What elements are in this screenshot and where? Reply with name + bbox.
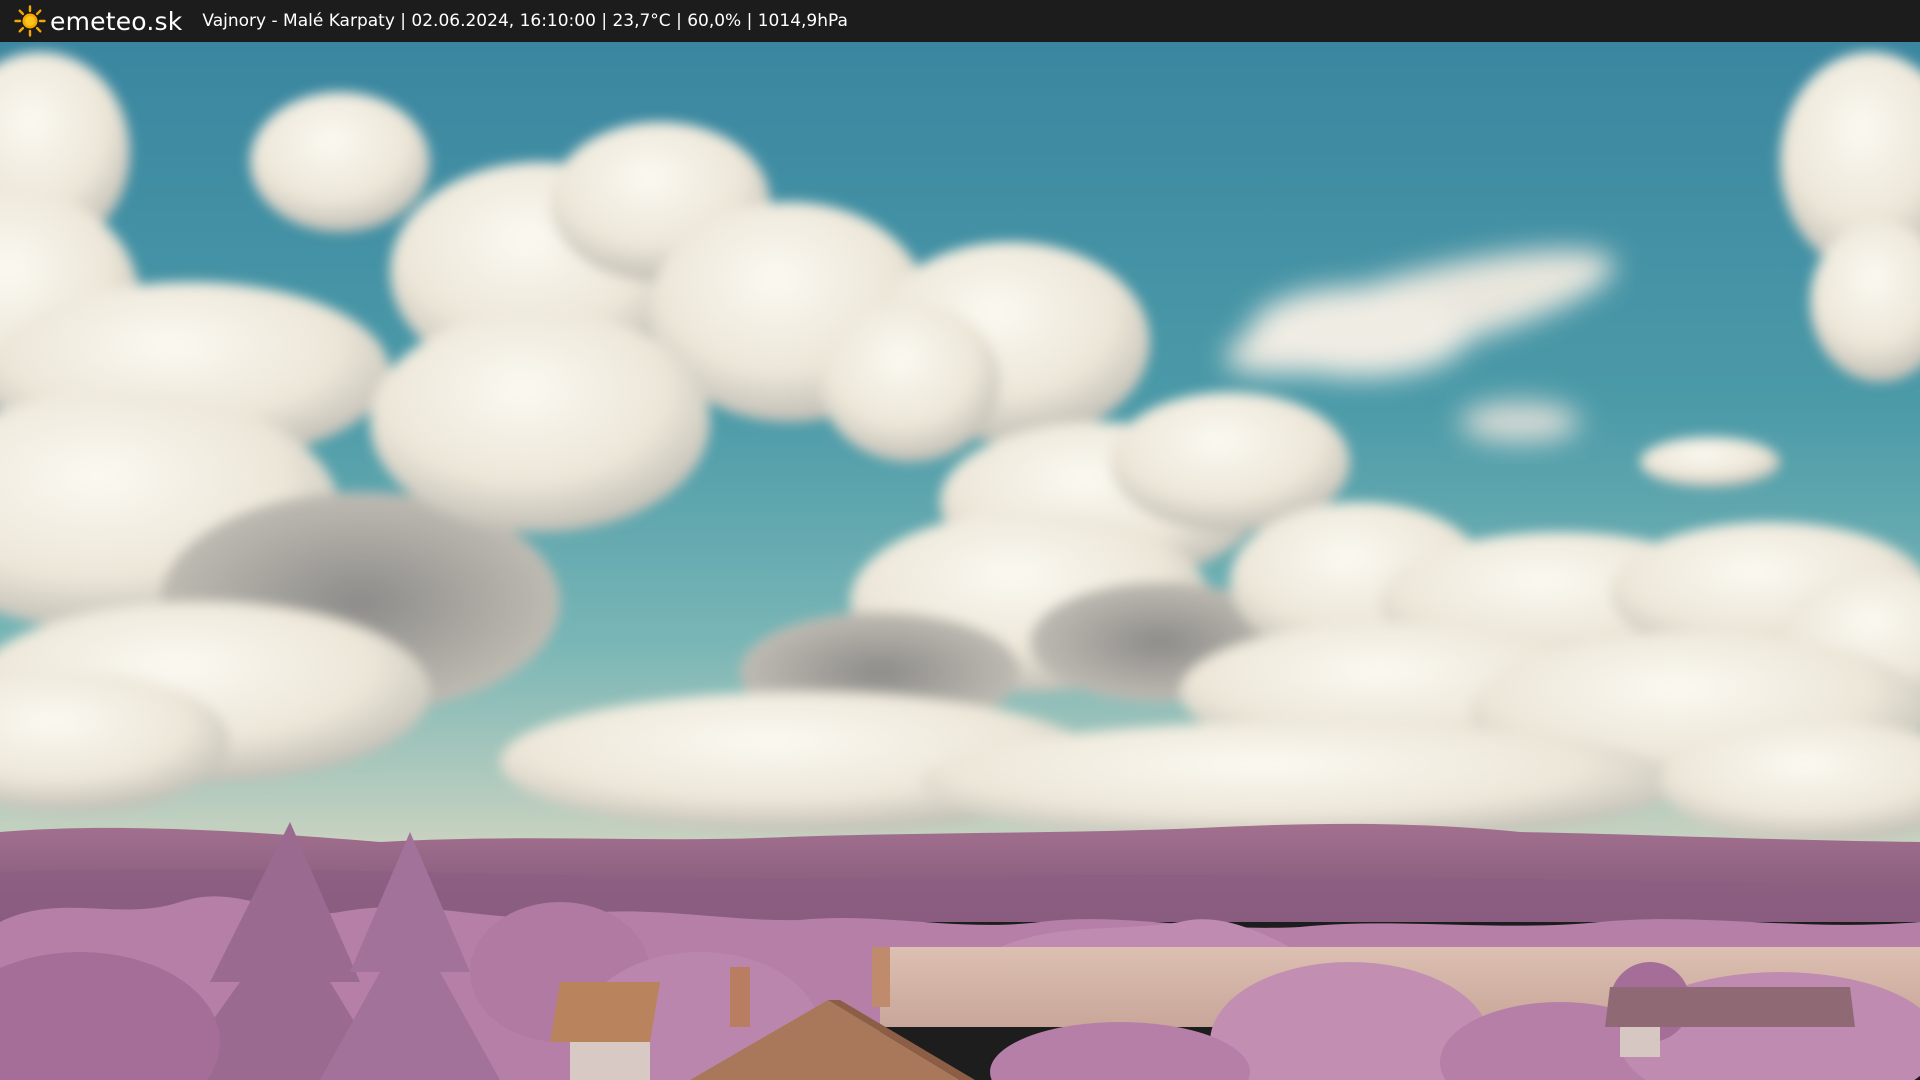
webcam-image <box>0 42 1920 1080</box>
top-info-bar: emeteo.sk Vajnory - Malé Karpaty | 02.06… <box>0 0 1920 42</box>
sun-icon <box>14 5 46 37</box>
webcam-frame: emeteo.sk Vajnory - Malé Karpaty | 02.06… <box>0 0 1920 1080</box>
site-logo[interactable]: emeteo.sk <box>14 5 182 37</box>
site-name: emeteo.sk <box>50 6 183 36</box>
webcam-caption: Vajnory - Malé Karpaty | 02.06.2024, 16:… <box>202 11 848 31</box>
